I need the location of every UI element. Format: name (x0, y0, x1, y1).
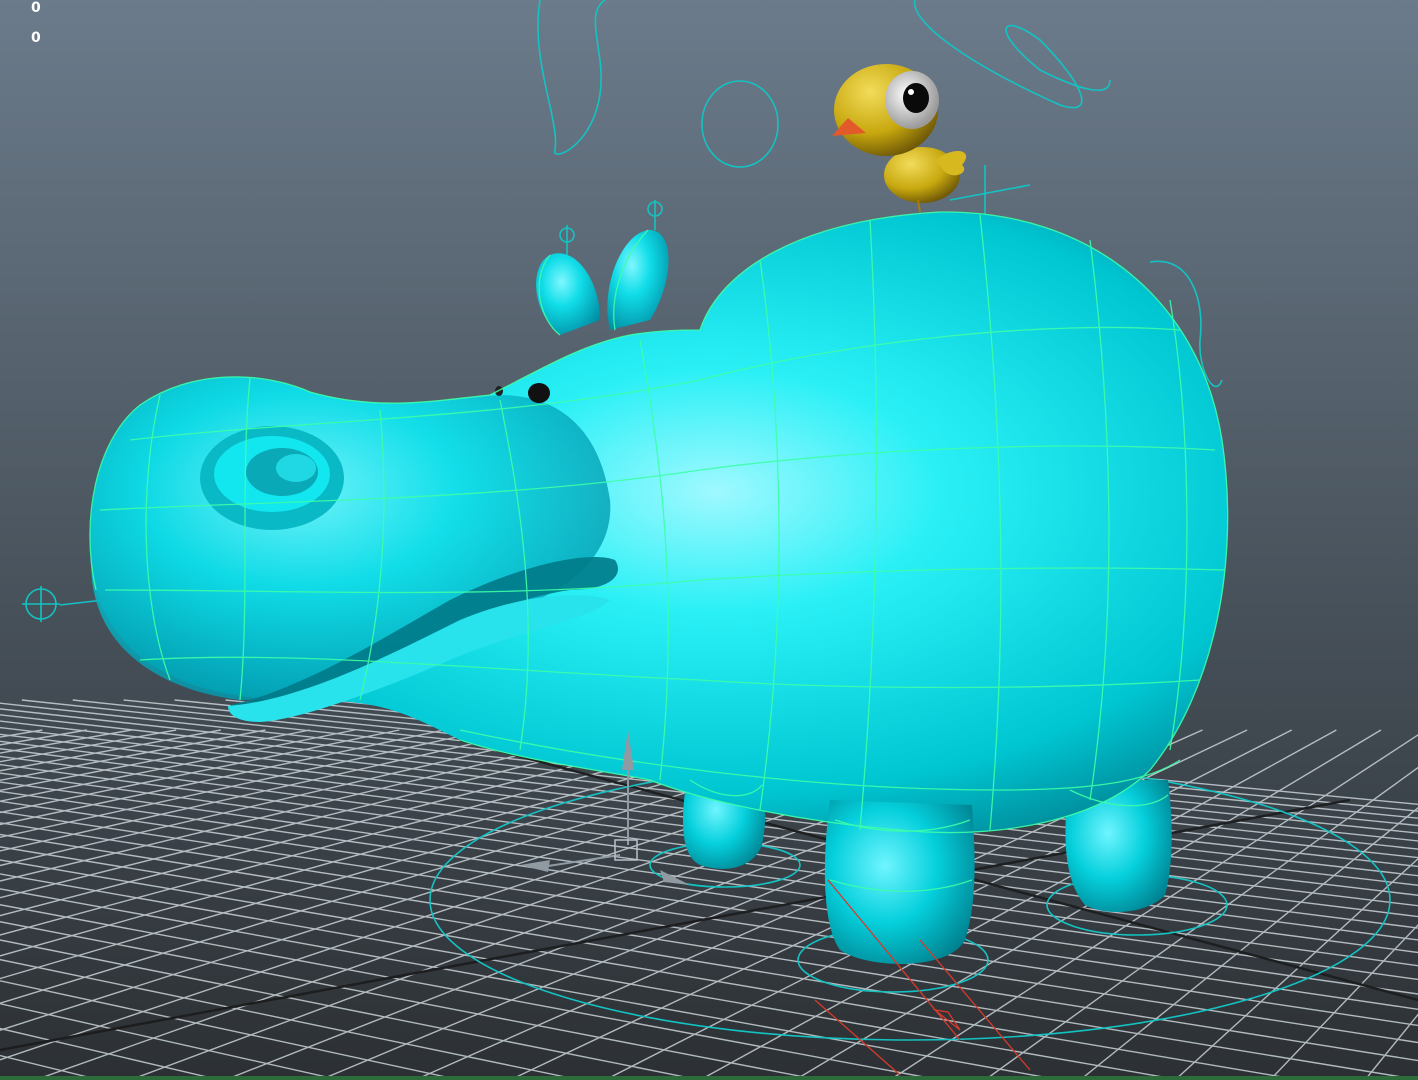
hippo-eye[interactable] (528, 383, 550, 403)
viewport-bottom-border (0, 1076, 1418, 1080)
scene-canvas[interactable] (0, 0, 1418, 1080)
hud-readout-2: 0 (31, 30, 41, 46)
maya-perspective-viewport[interactable]: 0 0 (0, 0, 1418, 1080)
bird-eye-pupil (903, 83, 929, 113)
hippo-nostril[interactable] (200, 426, 344, 530)
bird-eye-highlight (908, 89, 914, 95)
hud-readout-1: 0 (31, 0, 41, 16)
